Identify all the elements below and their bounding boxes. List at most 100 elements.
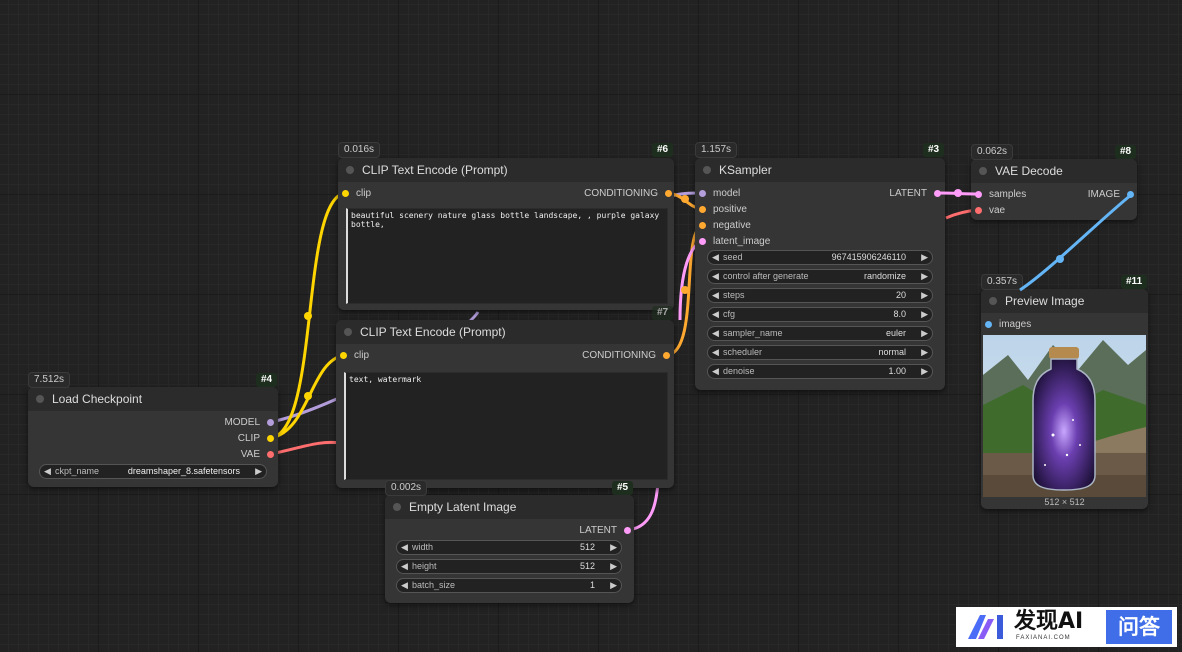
node-id-vae-decode: #8	[1115, 145, 1137, 159]
arrow-right-icon[interactable]: ▶	[921, 251, 928, 264]
node-vae-decode[interactable]: VAE Decode samples IMAGE vae	[971, 159, 1137, 220]
widget-control-after-generate[interactable]: ◀ control after generate randomize ▶	[707, 269, 933, 284]
widget-width[interactable]: ◀ width 512 ▶	[396, 540, 622, 555]
pin-icon[interactable]	[1127, 191, 1134, 198]
node-title-bar[interactable]: Empty Latent Image	[385, 495, 634, 519]
pin-icon[interactable]	[934, 190, 941, 197]
preview-image-thumbnail[interactable]	[983, 335, 1146, 497]
node-title-bar[interactable]: VAE Decode	[971, 159, 1137, 183]
output-latent[interactable]: LATENT	[579, 524, 631, 538]
arrow-left-icon[interactable]: ◀	[401, 541, 408, 554]
arrow-right-icon[interactable]: ▶	[921, 289, 928, 302]
widget-batch-size[interactable]: ◀ batch_size 1 ▶	[396, 578, 622, 593]
prompt-textarea[interactable]: text, watermark	[344, 372, 668, 480]
node-clip-text-encode-negative[interactable]: CLIP Text Encode (Prompt) clip CONDITION…	[336, 320, 674, 488]
node-title-bar[interactable]: KSampler	[695, 158, 945, 182]
widget-denoise[interactable]: ◀ denoise 1.00 ▶	[707, 364, 933, 379]
collapse-dot-icon[interactable]	[346, 166, 354, 174]
widget-value: 1	[589, 580, 595, 590]
widget-scheduler[interactable]: ◀ scheduler normal ▶	[707, 345, 933, 360]
arrow-left-icon[interactable]: ◀	[44, 465, 51, 478]
arrow-left-icon[interactable]: ◀	[712, 365, 719, 378]
pin-icon[interactable]	[975, 207, 982, 214]
widget-label: height	[412, 561, 437, 571]
collapse-dot-icon[interactable]	[393, 503, 401, 511]
collapse-dot-icon[interactable]	[344, 328, 352, 336]
node-time-preview: 0.357s	[981, 274, 1024, 290]
pin-icon[interactable]	[699, 190, 706, 197]
arrow-left-icon[interactable]: ◀	[712, 289, 719, 302]
widget-value: 20	[895, 290, 906, 300]
node-ksampler[interactable]: KSampler model LATENT positive negative …	[695, 158, 945, 390]
pin-icon[interactable]	[624, 527, 631, 534]
arrow-right-icon[interactable]: ▶	[921, 308, 928, 321]
input-label: latent_image	[713, 236, 771, 247]
widget-height[interactable]: ◀ height 512 ▶	[396, 559, 622, 574]
node-title-bar[interactable]: Load Checkpoint	[28, 387, 278, 411]
pin-icon[interactable]	[985, 321, 992, 328]
pin-icon[interactable]	[699, 238, 706, 245]
pin-icon[interactable]	[665, 190, 672, 197]
pin-icon[interactable]	[663, 352, 670, 359]
pin-icon[interactable]	[340, 352, 347, 359]
node-preview-image[interactable]: Preview Image images 512 × 512	[981, 289, 1148, 509]
collapse-dot-icon[interactable]	[703, 166, 711, 174]
pin-icon[interactable]	[975, 191, 982, 198]
input-vae[interactable]: vae	[975, 204, 1005, 218]
arrow-right-icon[interactable]: ▶	[921, 365, 928, 378]
arrow-right-icon[interactable]: ▶	[921, 327, 928, 340]
widget-label: denoise	[723, 366, 755, 376]
arrow-left-icon[interactable]: ◀	[712, 270, 719, 283]
arrow-left-icon[interactable]: ◀	[401, 560, 408, 573]
arrow-right-icon[interactable]: ▶	[610, 560, 617, 573]
node-title-bar[interactable]: Preview Image	[981, 289, 1148, 313]
node-empty-latent-image[interactable]: Empty Latent Image LATENT ◀ width 512 ▶ ◀ he…	[385, 495, 634, 603]
output-model[interactable]: MODEL	[224, 416, 274, 430]
widget-cfg[interactable]: ◀ cfg 8.0 ▶	[707, 307, 933, 322]
input-latent-image[interactable]: latent_image	[699, 235, 770, 249]
collapse-dot-icon[interactable]	[979, 167, 987, 175]
input-samples[interactable]: samples	[975, 188, 1026, 202]
arrow-right-icon[interactable]: ▶	[921, 270, 928, 283]
widget-sampler-name[interactable]: ◀ sampler_name euler ▶	[707, 326, 933, 341]
output-clip[interactable]: CLIP	[238, 432, 274, 446]
input-images[interactable]: images	[985, 318, 1031, 332]
input-clip[interactable]: clip	[340, 349, 369, 363]
node-load-checkpoint[interactable]: Load Checkpoint MODEL CLIP VAE ◀ ckpt_na…	[28, 387, 278, 487]
widget-steps[interactable]: ◀ steps 20 ▶	[707, 288, 933, 303]
widget-ckpt-name[interactable]: ◀ ckpt_name dreamshaper_8.safetensors ▶	[39, 464, 267, 479]
widget-seed[interactable]: ◀ seed 967415906246110 ▶	[707, 250, 933, 265]
pin-icon[interactable]	[699, 206, 706, 213]
arrow-left-icon[interactable]: ◀	[401, 579, 408, 592]
output-image[interactable]: IMAGE	[1088, 188, 1134, 202]
input-model[interactable]: model	[699, 187, 740, 201]
node-title-bar[interactable]: CLIP Text Encode (Prompt)	[338, 158, 674, 182]
pin-icon[interactable]	[267, 451, 274, 458]
arrow-left-icon[interactable]: ◀	[712, 327, 719, 340]
node-clip-text-encode-positive[interactable]: CLIP Text Encode (Prompt) clip CONDITION…	[338, 158, 674, 310]
pin-icon[interactable]	[342, 190, 349, 197]
input-negative[interactable]: negative	[699, 219, 751, 233]
arrow-left-icon[interactable]: ◀	[712, 251, 719, 264]
input-clip[interactable]: clip	[342, 187, 371, 201]
collapse-dot-icon[interactable]	[36, 395, 44, 403]
pin-icon[interactable]	[699, 222, 706, 229]
arrow-right-icon[interactable]: ▶	[610, 579, 617, 592]
node-title-bar[interactable]: CLIP Text Encode (Prompt)	[336, 320, 674, 344]
arrow-right-icon[interactable]: ▶	[610, 541, 617, 554]
arrow-right-icon[interactable]: ▶	[255, 465, 262, 478]
prompt-textarea[interactable]: beautiful scenery nature glass bottle la…	[346, 208, 668, 304]
node-time-clip-pos: 0.016s	[338, 142, 381, 158]
pin-icon[interactable]	[267, 419, 274, 426]
output-conditioning[interactable]: CONDITIONING	[584, 187, 672, 201]
arrow-right-icon[interactable]: ▶	[921, 346, 928, 359]
pin-icon[interactable]	[267, 435, 274, 442]
collapse-dot-icon[interactable]	[989, 297, 997, 305]
output-vae[interactable]: VAE	[241, 448, 274, 462]
output-conditioning[interactable]: CONDITIONING	[582, 349, 670, 363]
input-positive[interactable]: positive	[699, 203, 747, 217]
output-latent[interactable]: LATENT	[889, 187, 941, 201]
arrow-left-icon[interactable]: ◀	[712, 346, 719, 359]
arrow-left-icon[interactable]: ◀	[712, 308, 719, 321]
watermark-brand: 发现AI	[1014, 609, 1084, 634]
